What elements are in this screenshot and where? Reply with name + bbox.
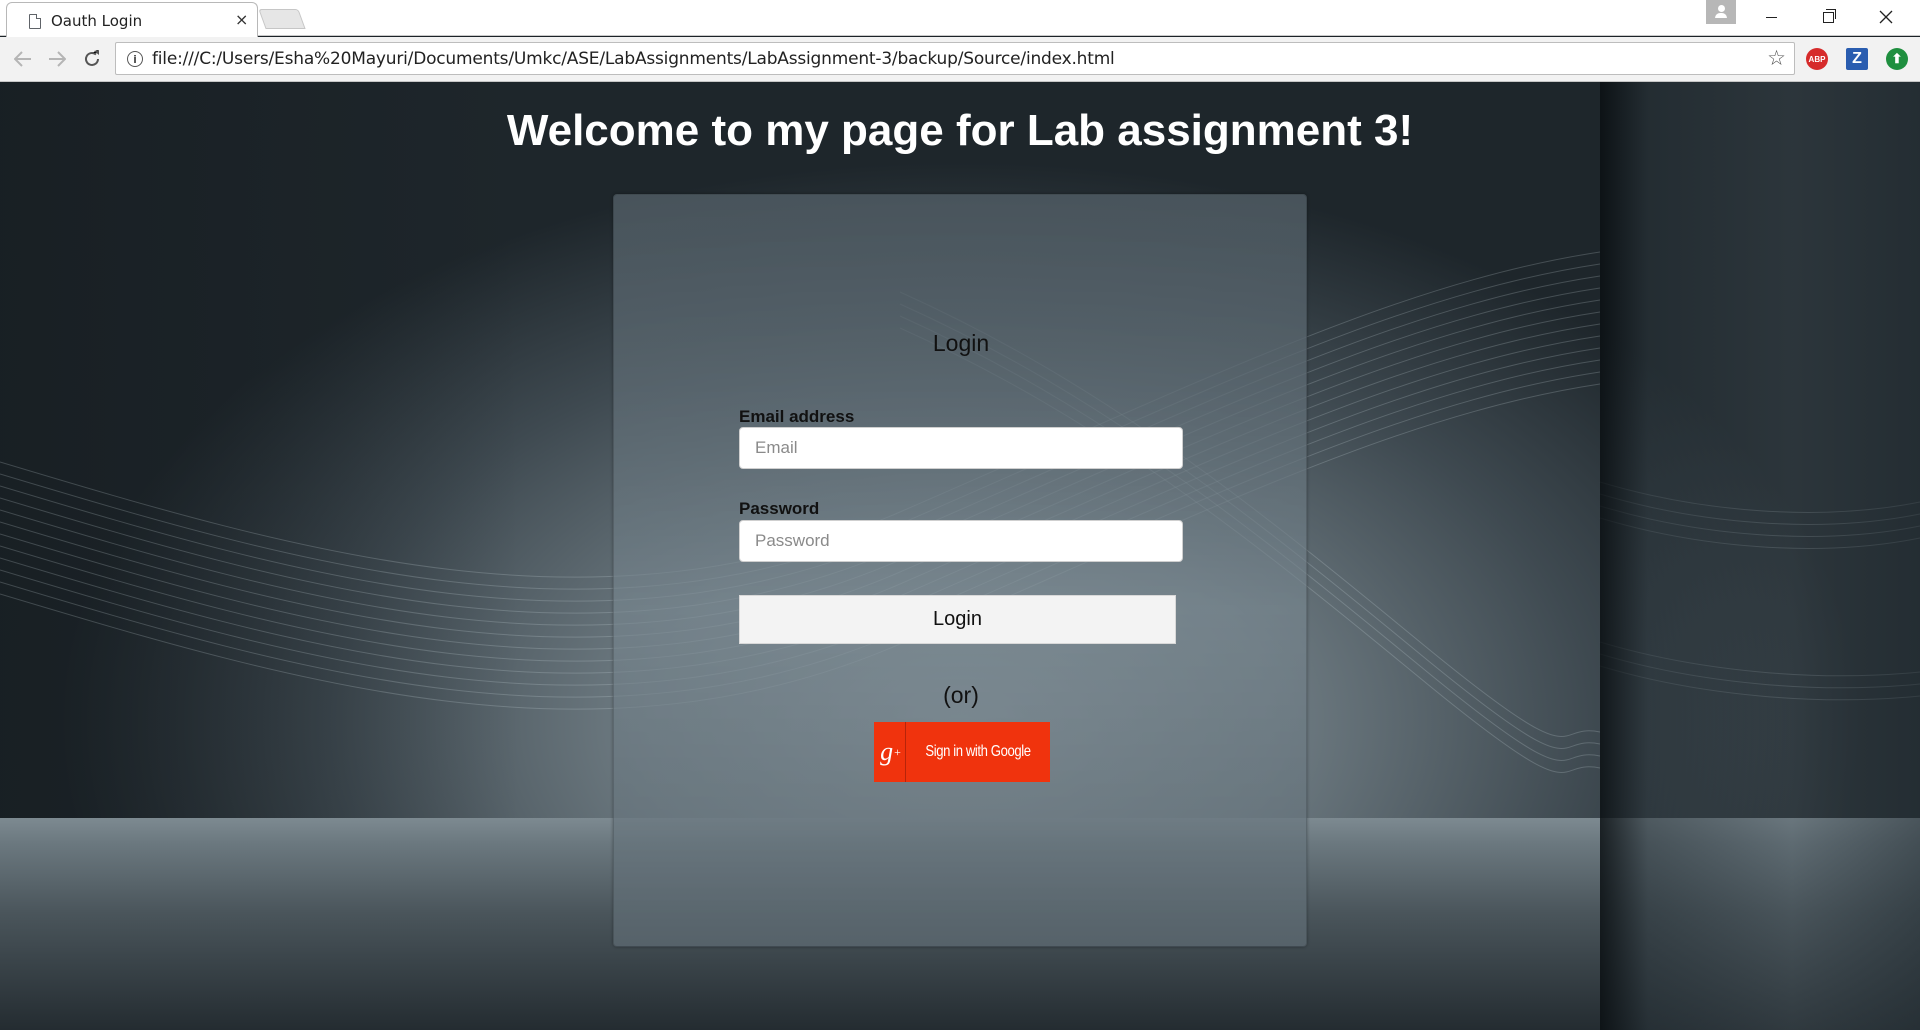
- document-icon: [29, 13, 41, 29]
- close-window-button[interactable]: [1858, 0, 1914, 34]
- forward-button[interactable]: [44, 46, 70, 72]
- restore-button[interactable]: [1800, 0, 1856, 34]
- minimize-button[interactable]: [1743, 0, 1799, 34]
- url-text[interactable]: file:///C:/Users/Esha%20Mayuri/Documents…: [152, 49, 1115, 69]
- tab-title: Oauth Login: [51, 12, 143, 30]
- restore-icon: [1822, 8, 1836, 23]
- back-button[interactable]: [10, 46, 36, 72]
- or-separator: (or): [943, 682, 979, 708]
- background-right-panel: [1600, 82, 1920, 1030]
- zotero-extension-icon[interactable]: Z: [1846, 48, 1868, 70]
- login-title: Login: [932, 330, 990, 356]
- password-field[interactable]: [739, 520, 1183, 562]
- email-field[interactable]: [739, 427, 1183, 469]
- browser-toolbar: i file:///C:/Users/Esha%20Mayuri/Documen…: [0, 37, 1920, 82]
- reload-button[interactable]: [79, 46, 105, 72]
- tab-content: Oauth Login: [29, 12, 142, 30]
- welcome-heading: Welcome to my page for Lab assignment 3!: [506, 106, 1414, 155]
- adblock-extension-icon[interactable]: ABP: [1806, 48, 1828, 70]
- browser-titlebar: Oauth Login ×: [0, 0, 1920, 37]
- reload-icon: [85, 50, 99, 66]
- close-icon: [1879, 10, 1893, 24]
- login-button[interactable]: Login: [739, 595, 1176, 644]
- new-tab-button[interactable]: [258, 9, 306, 29]
- address-bar[interactable]: i file:///C:/Users/Esha%20Mayuri/Documen…: [115, 42, 1795, 75]
- google-plus-icon: g +: [876, 722, 906, 782]
- password-label: Password: [739, 499, 820, 518]
- tab-close-icon[interactable]: ×: [235, 10, 248, 29]
- google-plus-letter: g: [880, 737, 894, 766]
- minimize-icon: [1765, 16, 1777, 18]
- google-signin-button[interactable]: g + Sign in with Google: [874, 722, 1050, 782]
- page-viewport: Welcome to my page for Lab assignment 3!…: [0, 82, 1920, 1030]
- bookmark-star-icon[interactable]: ☆: [1767, 46, 1786, 70]
- profile-body-shape: [1715, 13, 1727, 18]
- profile-icon[interactable]: [1706, 0, 1736, 24]
- back-arrow-icon: [14, 51, 31, 67]
- login-card: Login Email address Password Login (or) …: [613, 194, 1307, 947]
- browser-tab[interactable]: Oauth Login ×: [6, 2, 258, 37]
- forward-arrow-icon: [49, 51, 66, 67]
- google-plus-sign: +: [894, 744, 901, 759]
- google-signin-label: Sign in with Google: [925, 743, 1031, 760]
- profile-head-shape: [1717, 5, 1725, 12]
- info-icon[interactable]: i: [127, 51, 143, 67]
- email-label: Email address: [739, 407, 855, 426]
- green-extension-icon[interactable]: ⬆: [1886, 48, 1908, 70]
